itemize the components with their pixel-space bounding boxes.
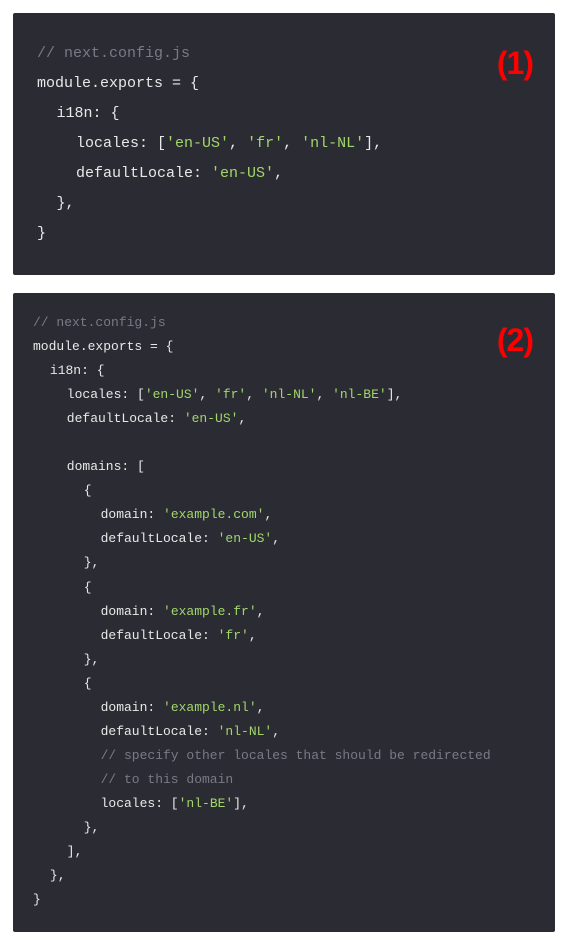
code-line: module.exports = { (37, 69, 531, 99)
code-line: }, (33, 816, 535, 840)
code-block-1: (1) // next.config.js module.exports = {… (13, 13, 555, 275)
code-line: i18n: { (37, 99, 531, 129)
code-line: // specify other locales that should be … (33, 744, 535, 768)
code-line: locales: ['nl-BE'], (33, 792, 535, 816)
code-line: { (33, 672, 535, 696)
code-line: ], (33, 840, 535, 864)
code-line: domain: 'example.fr', (33, 600, 535, 624)
code-line: }, (33, 648, 535, 672)
code-line (33, 431, 535, 455)
code-line: // to this domain (33, 768, 535, 792)
code-line: domain: 'example.com', (33, 503, 535, 527)
code-block-2: (2) // next.config.js module.exports = {… (13, 293, 555, 932)
code-line: defaultLocale: 'nl-NL', (33, 720, 535, 744)
code-line: domain: 'example.nl', (33, 696, 535, 720)
code-line: defaultLocale: 'fr', (33, 624, 535, 648)
code-line: } (33, 888, 535, 912)
code-line: }, (37, 189, 531, 219)
code-line: locales: ['en-US', 'fr', 'nl-NL'], (37, 129, 531, 159)
code-line: defaultLocale: 'en-US', (37, 159, 531, 189)
code-line: i18n: { (33, 359, 535, 383)
code-line: defaultLocale: 'en-US', (33, 527, 535, 551)
code-line: defaultLocale: 'en-US', (33, 407, 535, 431)
code-line: module.exports = { (33, 335, 535, 359)
annotation-badge-2: (2) (497, 311, 533, 370)
code-line: domains: [ (33, 455, 535, 479)
code-line: { (33, 576, 535, 600)
code-line: // next.config.js (33, 311, 535, 335)
code-line: // next.config.js (37, 39, 531, 69)
code-line: } (37, 219, 531, 249)
code-line: }, (33, 551, 535, 575)
code-line: }, (33, 864, 535, 888)
code-line: locales: ['en-US', 'fr', 'nl-NL', 'nl-BE… (33, 383, 535, 407)
annotation-badge-1: (1) (497, 31, 533, 95)
code-line: { (33, 479, 535, 503)
